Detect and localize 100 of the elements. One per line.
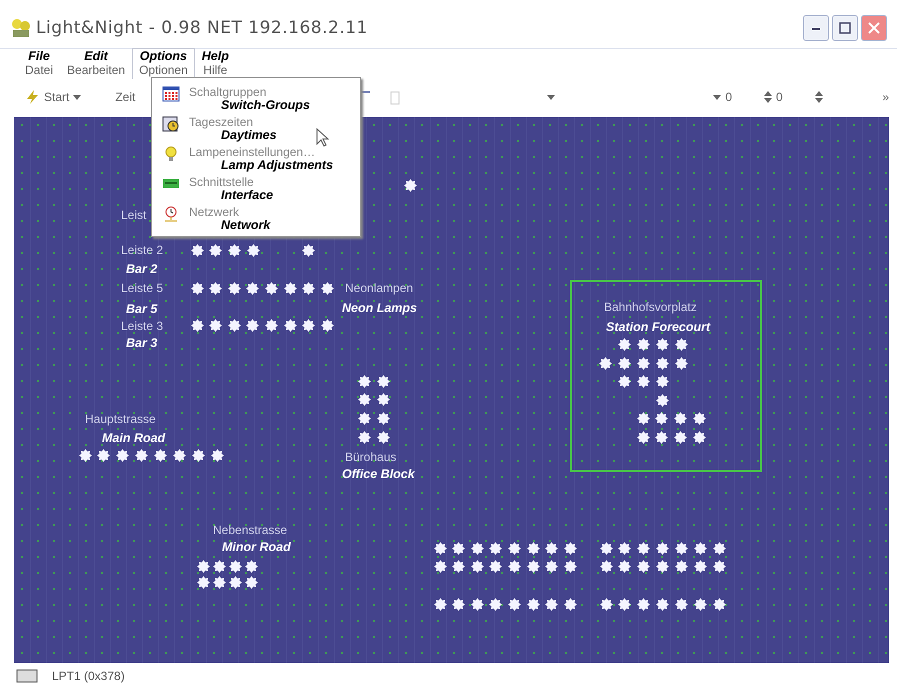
lamp-icon: [192, 448, 205, 462]
lamp-icon: [376, 412, 390, 424]
lamp-icon: [246, 318, 260, 332]
lamp-icon: [209, 282, 222, 294]
lamp-icon: [264, 318, 278, 332]
lamp-icon: [452, 560, 466, 572]
lamp-icon: [358, 374, 370, 388]
lamp-icon: [636, 430, 650, 444]
lamp-icon: [173, 448, 186, 462]
lamp-icon: [434, 598, 446, 610]
lamp-icon: [656, 356, 668, 370]
lamp-icon: [674, 412, 688, 424]
lamp-icon: [470, 560, 484, 572]
group-label: Leiste 5: [121, 281, 164, 295]
dropdown-menu-item[interactable]: Schnittstelle Interface: [152, 172, 360, 202]
caret-icon: [713, 94, 722, 100]
lamp-icon: [656, 598, 670, 610]
lamp-icon: [545, 542, 558, 554]
network-icon: [162, 205, 180, 223]
lamp-icon: [600, 542, 612, 554]
lamp-icon: [228, 576, 242, 588]
lamp-icon: [404, 178, 416, 192]
lamp-icon: [489, 542, 502, 554]
translation-label: Switch-Groups: [221, 98, 310, 112]
caret-icon: [73, 94, 82, 100]
lamp-icon: [655, 412, 668, 424]
lamp-icon: [284, 282, 296, 294]
lamp-icon: [618, 374, 630, 388]
dropdown-menu-item[interactable]: Lampeneinstellungen… Lamp Adjustments: [152, 142, 360, 172]
calendar-clock-icon: [162, 115, 180, 133]
window-title: Light&Night - 0.98 NET 192.168.2.11: [36, 18, 368, 38]
lamp-icon: [656, 394, 668, 406]
spinner-arrows-icon: [764, 91, 772, 103]
lamp-icon: [264, 282, 278, 294]
lamp-icon: [636, 412, 650, 424]
lamp-icon: [545, 598, 558, 610]
calendar-grid-icon: [162, 85, 180, 103]
lamp-icon: [618, 338, 630, 350]
lamp-icon: [637, 542, 650, 554]
lamp-icon: [434, 542, 446, 554]
lamp-icon: [694, 598, 707, 610]
lamp-icon: [675, 560, 688, 572]
lamp-icon: [712, 542, 726, 554]
lamp-icon: [656, 560, 670, 572]
lamp-icon: [692, 430, 706, 444]
value-spinner[interactable]: 0: [760, 88, 787, 106]
lamp-icon: [489, 560, 502, 572]
translation-label: File: [28, 49, 50, 63]
lamp-icon: [228, 244, 241, 256]
group-label: Leiste 3: [121, 319, 164, 333]
port-icon: [16, 669, 38, 683]
lamp-icon: [545, 560, 558, 572]
lamp-icon: [637, 560, 650, 572]
lamp-icon: [655, 430, 668, 444]
spinner-icon[interactable]: [814, 91, 823, 103]
lamp-icon: [358, 412, 370, 424]
time-button[interactable]: Zeit: [111, 88, 140, 106]
mouse-cursor-icon: [316, 128, 330, 148]
value-dropdown[interactable]: 0: [709, 88, 736, 106]
maximize-button[interactable]: [832, 15, 858, 41]
lamp-icon: [470, 542, 484, 554]
lamp-icon: [244, 576, 258, 588]
lamp-icon: [320, 318, 334, 332]
group-label: Hauptstrasse: [85, 412, 156, 426]
lamp-icon: [656, 542, 670, 554]
lamp-icon: [116, 448, 130, 462]
lamp-icon: [674, 430, 688, 444]
lamp-icon: [489, 598, 502, 610]
lamp-icon: [376, 392, 390, 406]
lamp-icon: [452, 598, 466, 610]
translation-label: Station Forecourt: [606, 320, 710, 334]
lamp-icon: [526, 598, 540, 610]
start-button[interactable]: Start: [20, 87, 86, 107]
dropdown-menu-item[interactable]: Schaltgruppen Switch-Groups: [152, 82, 360, 112]
overflow-button[interactable]: »: [878, 88, 893, 106]
dropdown-menu-item[interactable]: Netzwerk Network: [152, 202, 360, 232]
lamp-icon: [246, 282, 260, 294]
dropdown-caret-icon[interactable]: [547, 94, 556, 100]
lamp-icon: [564, 598, 577, 610]
minimize-button[interactable]: [803, 15, 829, 41]
lamp-icon: [228, 282, 241, 294]
translation-label: Lamp Adjustments: [221, 158, 334, 172]
lamp-icon: [434, 560, 446, 572]
lamp-icon: [636, 374, 650, 388]
selection-frame[interactable]: [570, 280, 762, 472]
lamp-icon: [302, 244, 314, 256]
menu-item[interactable]: Edit Bearbeiten: [60, 48, 132, 79]
menu-item[interactable]: Help Hilfe: [194, 48, 236, 79]
lamp-icon: [358, 430, 370, 444]
translation-label: Neon Lamps: [342, 301, 418, 315]
lamp-icon: [302, 318, 316, 332]
translation-label: Network: [221, 218, 270, 232]
lamp-icon: [675, 598, 688, 610]
lamp-icon: [246, 244, 260, 256]
lamp-icon: [212, 576, 226, 588]
lamp-icon: [212, 560, 226, 572]
lamp-icon: [452, 542, 466, 554]
lamp-icon: [302, 282, 316, 294]
menu-item[interactable]: File Datei: [18, 48, 60, 79]
lamp-icon: [209, 244, 222, 256]
